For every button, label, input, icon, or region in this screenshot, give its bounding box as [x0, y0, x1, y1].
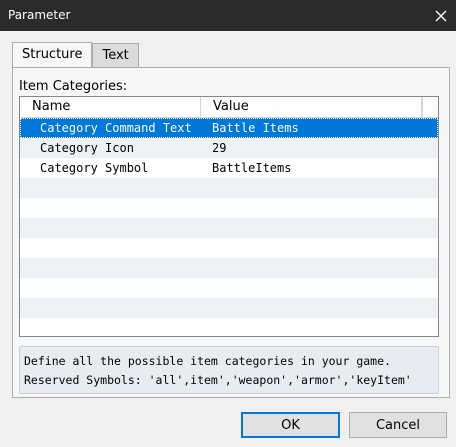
- row-name-cell: Category Command Text: [40, 121, 192, 135]
- help-text-box: Define all the possible item categories …: [19, 346, 439, 394]
- table-row[interactable]: [20, 298, 438, 318]
- table-row[interactable]: [20, 318, 438, 336]
- row-name-cell: Category Symbol: [40, 161, 149, 175]
- ok-button[interactable]: OK: [241, 412, 340, 438]
- close-icon: [435, 10, 447, 21]
- parameter-list[interactable]: Name Value Category Command Text Battle I…: [19, 96, 439, 337]
- table-row[interactable]: [20, 258, 438, 278]
- table-row[interactable]: [20, 178, 438, 198]
- row-value-cell: Battle Items: [212, 121, 299, 135]
- row-name-cell: Category Icon: [40, 141, 134, 155]
- cancel-button[interactable]: Cancel: [349, 412, 447, 438]
- window-title: Parameter: [8, 8, 71, 22]
- row-value-cell: 29: [212, 141, 227, 155]
- table-row[interactable]: [20, 238, 438, 258]
- table-row[interactable]: [20, 278, 438, 298]
- help-line-1: Define all the possible item categories …: [24, 354, 391, 368]
- help-line-2: Reserved Symbols: 'all',item','weapon','…: [24, 373, 412, 387]
- tab-text[interactable]: Text: [92, 43, 139, 68]
- row-value-cell: BattleItems: [212, 161, 292, 175]
- column-header-value[interactable]: Value: [201, 97, 422, 117]
- list-rows: Category Command Text Battle Items Categor…: [20, 118, 438, 336]
- tab-strip: Structure Text: [12, 42, 139, 68]
- title-bar: Parameter: [0, 0, 456, 31]
- table-row[interactable]: [20, 198, 438, 218]
- table-row[interactable]: [20, 218, 438, 238]
- table-row[interactable]: Category Symbol BattleItems: [20, 158, 438, 178]
- column-header-filler: [422, 97, 438, 117]
- table-row[interactable]: Category Icon 29: [20, 138, 438, 158]
- table-row[interactable]: Category Command Text Battle Items: [20, 118, 438, 138]
- column-header-name[interactable]: Name: [20, 97, 201, 117]
- list-header: Name Value: [20, 97, 438, 118]
- close-button[interactable]: [426, 0, 456, 31]
- group-label: Item Categories:: [19, 79, 128, 94]
- tab-structure[interactable]: Structure: [12, 42, 93, 68]
